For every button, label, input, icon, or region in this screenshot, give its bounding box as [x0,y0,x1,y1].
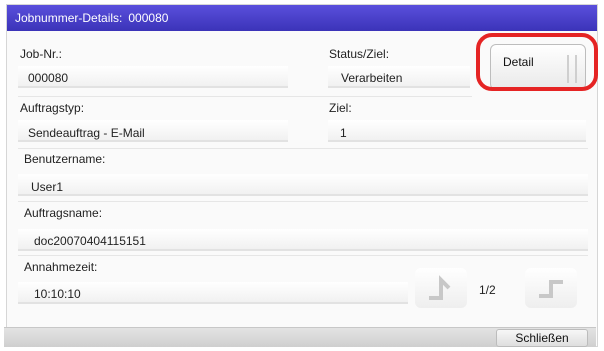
title-job-number: 000080 [128,11,169,25]
auftragsname-value: doc20070404115151 [34,234,146,248]
ziel-value: 1 [340,126,347,140]
job-nr-value: 000080 [28,71,69,85]
benutzername-label: Benutzername: [24,152,106,166]
previous-page-button[interactable] [415,268,467,308]
divider [18,96,472,97]
benutzername-field [18,174,588,196]
annahmezeit-value: 10:10:10 [34,287,81,301]
page-down-arrow-icon [539,280,563,298]
auftragsname-label: Auftragsname: [24,206,103,220]
page-up-arrow-icon [429,275,451,300]
title-bar: Jobnummer-Details: 000080 [7,5,597,31]
close-button-label: Schließen [515,331,569,345]
title-text: Jobnummer-Details: [15,11,123,25]
benutzername-value: User1 [31,180,64,194]
job-nr-label: Job-Nr.: [20,47,63,61]
auftragstyp-value: Sendeauftrag - E-Mail [28,126,145,140]
close-button[interactable]: Schließen [496,329,588,347]
ziel-label: Ziel: [329,101,352,115]
annahmezeit-label: Annahmezeit: [24,260,98,274]
ziel-field [328,120,586,142]
divider [18,148,588,149]
detail-highlight-ring [476,33,598,91]
status-ziel-value: Verarbeiten [341,71,403,85]
page-indicator: 1/2 [479,283,496,297]
auftragstyp-label: Auftragstyp: [20,101,85,115]
next-page-button[interactable] [525,268,577,308]
status-ziel-label: Status/Ziel: [329,47,390,61]
divider [18,201,588,202]
divider [18,255,588,256]
